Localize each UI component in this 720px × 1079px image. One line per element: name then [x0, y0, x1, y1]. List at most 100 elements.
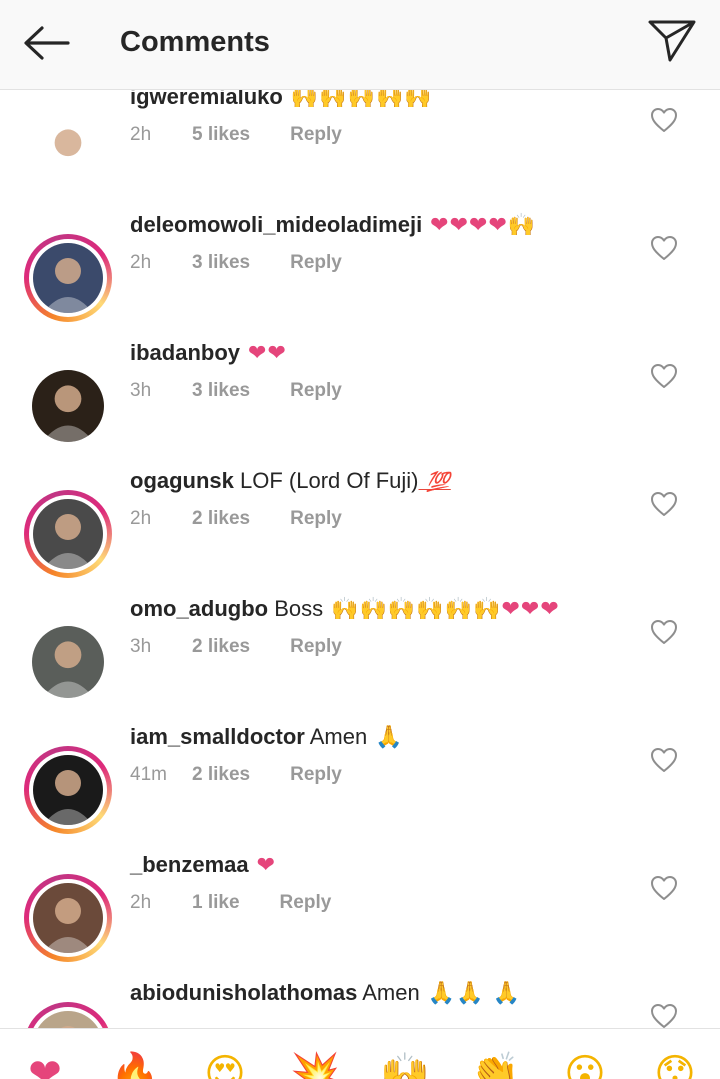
avatar-frame [29, 751, 107, 829]
reply-button[interactable]: Reply [290, 252, 342, 274]
like-button[interactable] [650, 363, 678, 389]
explosion-reaction[interactable]: 💥 [290, 1049, 340, 1079]
comment-username[interactable]: ogagunsk [130, 468, 234, 493]
comment-username[interactable]: omo_adugbo [130, 596, 268, 621]
comment-username[interactable]: ibadanboy [130, 340, 240, 365]
comment-likes[interactable]: 3 likes [192, 252, 250, 274]
quick-reactions-bar: ❤ 🔥 😍 💥 🙌 👏 😮 😯 [0, 1028, 720, 1079]
comment-time: 41m [130, 764, 167, 785]
avatar[interactable] [24, 874, 112, 962]
comments-list[interactable]: igweremialuko 🙌🙌🙌🙌🙌 2h 5 likes Reply deleomo… [0, 90, 720, 1028]
comment-emoji-extra: ❤❤❤ [501, 597, 560, 622]
like-button[interactable] [650, 235, 678, 261]
comment-row: igweremialuko 🙌🙌🙌🙌🙌 2h 5 likes Reply [0, 90, 720, 208]
like-button[interactable] [650, 107, 678, 133]
avatar-frame [29, 239, 107, 317]
avatar-frame [29, 1007, 107, 1028]
avatar[interactable] [24, 1002, 112, 1028]
comment-username[interactable]: deleomowoli_mideoladimeji [130, 212, 422, 237]
avatar-photo [33, 499, 103, 569]
avatar-photo [32, 626, 104, 698]
heart-reaction[interactable]: ❤ [20, 1049, 70, 1079]
comment-body: LOF (Lord Of Fuji) [233, 468, 419, 493]
avatar-photo [33, 755, 103, 825]
comment-emoji: ❤❤ [240, 341, 287, 366]
reply-button[interactable]: Reply [280, 892, 332, 914]
like-button[interactable] [650, 491, 678, 517]
reply-button[interactable]: Reply [290, 764, 342, 786]
comment-emoji: ❤❤❤❤ [422, 213, 508, 238]
avatar[interactable] [24, 106, 112, 194]
comment-time: 2h [130, 508, 152, 529]
comment-likes[interactable]: 2 likes [192, 764, 250, 786]
avatar-photo [33, 883, 103, 953]
heart-outline-icon [651, 876, 677, 900]
avatar[interactable] [24, 234, 112, 322]
comment-time: 2h [130, 892, 152, 913]
back-arrow-icon [24, 26, 70, 60]
comment-row: _benzemaa ❤ 2h 1 like Reply [0, 848, 720, 976]
heart-outline-icon [651, 108, 677, 132]
comment-emoji: 🙌🙌🙌🙌🙌🙌 [323, 597, 502, 622]
comment-username[interactable]: igweremialuko [130, 90, 283, 109]
comment-username[interactable]: abiodunisholathomas [130, 980, 357, 1005]
fire-reaction[interactable]: 🔥 [110, 1049, 160, 1079]
comment-row: iam_smalldoctor Amen 🙏 41m 2 likes Reply [0, 720, 720, 848]
comment-username[interactable]: iam_smalldoctor [130, 724, 305, 749]
comment-likes[interactable]: 1 like [192, 892, 240, 914]
paper-plane-icon [648, 20, 696, 62]
comment-likes[interactable]: 5 likes [192, 124, 250, 146]
comment-row: abiodunisholathomas Amen 🙏🙏 🙏 [0, 976, 720, 1028]
avatar-photo [33, 1011, 103, 1028]
avatar[interactable] [24, 746, 112, 834]
like-button[interactable] [650, 747, 678, 773]
reply-button[interactable]: Reply [290, 380, 342, 402]
comment-emoji: ❤ [248, 853, 277, 878]
back-button[interactable] [20, 22, 76, 64]
face-reaction[interactable]: 😯 [650, 1049, 700, 1079]
avatar-photo [32, 370, 104, 442]
page-title: Comments [120, 26, 270, 58]
raised-hands-reaction[interactable]: 🙌 [380, 1049, 430, 1079]
comment-likes[interactable]: 3 likes [192, 380, 250, 402]
heart-outline-icon [651, 236, 677, 260]
comment-body: Amen [304, 724, 368, 749]
reply-button[interactable]: Reply [290, 636, 342, 658]
avatar[interactable] [24, 490, 112, 578]
comment-row: ibadanboy ❤❤ 3h 3 likes Reply [0, 336, 720, 464]
avatar-photo [33, 243, 103, 313]
avatar-photo [32, 114, 104, 186]
surprised-face-reaction[interactable]: 😮 [560, 1049, 610, 1079]
like-button[interactable] [650, 619, 678, 645]
like-button[interactable] [650, 875, 678, 901]
clap-reaction[interactable]: 👏 [470, 1049, 520, 1079]
reply-button[interactable]: Reply [290, 508, 342, 530]
comment-text: omo_adugbo Boss 🙌🙌🙌🙌🙌🙌❤❤❤ [130, 594, 560, 625]
comment-time: 3h [130, 380, 152, 401]
comment-body: Amen [357, 980, 420, 1005]
avatar[interactable] [24, 362, 112, 450]
avatar-frame [29, 879, 107, 957]
comment-emoji: 💯 [418, 471, 451, 493]
heart-outline-icon [651, 492, 677, 516]
comment-meta: 2h 5 likes Reply [130, 124, 342, 146]
comment-time: 2h [130, 252, 152, 273]
comment-likes[interactable]: 2 likes [192, 636, 250, 658]
comment-emoji: 🙏🙏 🙏 [419, 981, 521, 1006]
heart-outline-icon [651, 748, 677, 772]
heart-outline-icon [651, 620, 677, 644]
comment-row: deleomowoli_mideoladimeji ❤❤❤❤🙌 2h 3 likes… [0, 208, 720, 336]
comment-meta: 2h 2 likes Reply [130, 508, 342, 530]
comment-text: iam_smalldoctor Amen 🙏 [130, 722, 404, 753]
comment-username[interactable]: _benzemaa [130, 852, 249, 877]
heart-eyes-reaction[interactable]: 😍 [200, 1049, 250, 1079]
like-button[interactable] [650, 1003, 678, 1028]
reply-button[interactable]: Reply [290, 124, 342, 146]
comment-text: _benzemaa ❤ [130, 850, 276, 881]
comment-text: deleomowoli_mideoladimeji ❤❤❤❤🙌 [130, 210, 536, 241]
comment-likes[interactable]: 2 likes [192, 508, 250, 530]
comment-emoji: 🙏 [367, 725, 404, 750]
share-button[interactable] [644, 16, 700, 66]
comment-text: ibadanboy ❤❤ [130, 338, 287, 369]
avatar[interactable] [24, 618, 112, 706]
